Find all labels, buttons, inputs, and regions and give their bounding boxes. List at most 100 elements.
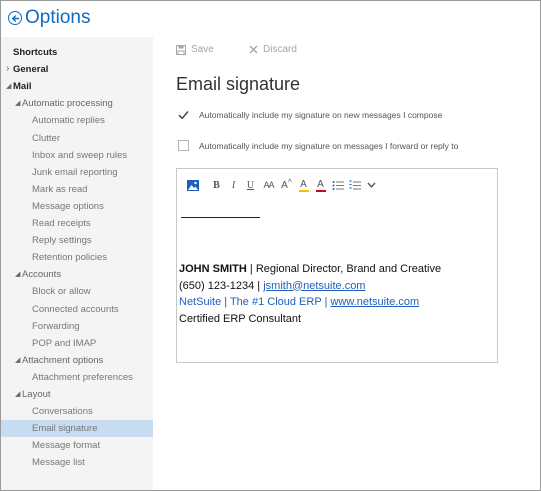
signature-line-name: JOHN SMITH | Regional Director, Brand an… xyxy=(179,261,441,278)
sidebar-item-reply-settings[interactable]: Reply settings xyxy=(1,232,153,249)
sidebar-item-label: Message format xyxy=(32,440,101,452)
grow-font-caret: ˄ xyxy=(287,177,292,185)
sidebar-item-label: Junk email reporting xyxy=(32,166,118,178)
highlight-swatch xyxy=(298,189,309,192)
include-on-new-checkbox[interactable] xyxy=(178,109,189,120)
font-color-icon[interactable]: A xyxy=(312,177,329,193)
include-on-reply-checkbox[interactable] xyxy=(178,140,189,151)
discard-label: Discard xyxy=(263,44,297,55)
sidebar-item-label: General xyxy=(13,64,49,76)
sidebar-item-label: Message options xyxy=(32,200,104,212)
sidebar-item-read-receipts[interactable]: Read receipts xyxy=(1,215,153,232)
signature-sep: | xyxy=(254,279,264,292)
checkmark-icon xyxy=(178,110,189,119)
signature-line-contact: (650) 123-1234 | jsmith@netsuite.com xyxy=(179,278,441,295)
grow-font-glyph: A xyxy=(281,179,288,191)
sidebar-item-inbox-and-sweep-rules[interactable]: Inbox and sweep rules xyxy=(1,147,153,164)
sidebar-item-attachment-preferences[interactable]: Attachment preferences xyxy=(1,369,153,386)
include-on-new-option[interactable]: Automatically include my signature on ne… xyxy=(178,109,442,120)
sidebar-item-label: Forwarding xyxy=(32,320,80,332)
grow-font-icon[interactable]: A ˄ xyxy=(278,177,295,193)
header: Options xyxy=(1,1,540,37)
include-on-new-label: Automatically include my signature on ne… xyxy=(199,109,443,120)
sidebar-item-general[interactable]: › General xyxy=(1,61,153,78)
sidebar-item-label: Inbox and sweep rules xyxy=(32,149,128,161)
numbering-icon[interactable] xyxy=(346,177,363,193)
font-color-swatch xyxy=(315,189,326,192)
sidebar-item-label: Reply settings xyxy=(32,235,92,247)
sidebar-item-attachment-options[interactable]: ◢ Attachment options xyxy=(1,352,153,369)
chevron-down-icon: ◢ xyxy=(6,83,12,91)
sidebar-item-retention-policies[interactable]: Retention policies xyxy=(1,249,153,266)
sidebar-item-accounts[interactable]: ◢ Accounts xyxy=(1,266,153,283)
sidebar-item-conversations[interactable]: Conversations xyxy=(1,403,153,420)
sidebar-item-mail[interactable]: ◢ Mail xyxy=(1,78,153,95)
sidebar-item-label: Shortcuts xyxy=(13,47,58,58)
signature-email-link[interactable]: jsmith@netsuite.com xyxy=(263,280,365,292)
signature-company: NetSuite | The #1 Cloud ERP xyxy=(179,296,322,308)
sidebar-item-label: Connected accounts xyxy=(32,303,119,315)
sidebar-item-shortcuts[interactable]: Shortcuts xyxy=(1,44,153,61)
signature-phone: (650) 123-1234 xyxy=(179,279,255,292)
sidebar-item-connected-accounts[interactable]: Connected accounts xyxy=(1,301,153,318)
include-on-reply-option[interactable]: Automatically include my signature on me… xyxy=(178,140,458,151)
sidebar-item-mark-as-read[interactable]: Mark as read xyxy=(1,181,153,198)
highlight-icon[interactable]: A xyxy=(295,177,312,193)
signature-divider xyxy=(181,217,260,218)
sidebar-item-label: Attachment options xyxy=(22,354,104,366)
bold-icon[interactable]: B xyxy=(208,177,225,193)
underline-icon[interactable]: U xyxy=(242,177,259,193)
chevron-down-icon: ◢ xyxy=(15,391,21,398)
page-header-title: Options xyxy=(25,7,91,28)
sidebar-item-label: Read receipts xyxy=(32,218,91,229)
sidebar-item-label: Attachment preferences xyxy=(32,371,133,383)
signature-title: Regional Director, Brand and Creative xyxy=(255,263,442,275)
sidebar-item-label: Email signature xyxy=(32,423,98,435)
sidebar-item-label: Clutter xyxy=(32,132,60,144)
sidebar-item-label: Automatic processing xyxy=(22,98,113,110)
signature-website-link[interactable]: www.netsuite.com xyxy=(330,296,419,308)
sidebar-item-automatic-replies[interactable]: Automatic replies xyxy=(1,112,153,129)
sidebar-item-label: Automatic replies xyxy=(32,115,105,127)
signature-content[interactable]: JOHN SMITH | Regional Director, Brand an… xyxy=(179,261,441,327)
sidebar-item-label: Retention policies xyxy=(32,252,107,264)
italic-icon[interactable]: I xyxy=(225,177,242,193)
sidebar-item-label: Layout xyxy=(22,389,51,400)
save-label: Save xyxy=(191,44,214,55)
chevron-down-icon: ◢ xyxy=(15,100,21,108)
page-title: Email signature xyxy=(176,74,301,94)
sidebar-item-layout[interactable]: ◢ Layout xyxy=(1,386,153,403)
signature-name: JOHN SMITH xyxy=(179,263,247,275)
sidebar-item-clutter[interactable]: Clutter xyxy=(1,130,153,147)
sidebar-item-junk-email-reporting[interactable]: Junk email reporting xyxy=(1,164,153,181)
back-arrow-icon[interactable] xyxy=(8,11,22,25)
sidebar-item-pop-and-imap[interactable]: POP and IMAP xyxy=(1,335,153,352)
sidebar-item-message-list[interactable]: Message list xyxy=(1,454,153,471)
sidebar-item-label: Block or allow xyxy=(32,286,91,298)
font-size-icon[interactable]: AA xyxy=(259,177,278,193)
save-button[interactable]: Save xyxy=(176,44,214,55)
chevron-down-icon: ◢ xyxy=(15,356,21,364)
include-on-reply-label: Automatically include my signature on me… xyxy=(199,140,459,151)
sidebar-item-message-options[interactable]: Message options xyxy=(1,198,153,215)
sidebar-item-forwarding[interactable]: Forwarding xyxy=(1,318,153,335)
save-icon xyxy=(176,44,186,55)
sidebar-item-automatic-processing[interactable]: ◢ Automatic processing xyxy=(1,95,153,112)
sidebar-item-email-signature[interactable]: Email signature xyxy=(1,420,153,438)
bullets-icon[interactable] xyxy=(329,177,346,193)
signature-sep: | xyxy=(246,263,256,275)
sidebar-item-label: Mail xyxy=(13,81,32,93)
sidebar-item-label: Message list xyxy=(32,457,85,469)
signature-editor[interactable]: B I U AA A ˄ A A JOHN SMITH | Regional D… xyxy=(176,168,498,363)
sidebar-item-message-format[interactable]: Message format xyxy=(1,437,153,454)
close-icon xyxy=(249,45,258,54)
insert-image-icon[interactable] xyxy=(186,177,200,193)
discard-button[interactable]: Discard xyxy=(249,44,297,55)
sidebar-item-label: Conversations xyxy=(32,406,93,418)
signature-line-company: NetSuite | The #1 Cloud ERP | www.netsui… xyxy=(179,294,441,311)
sidebar-item-label: Mark as read xyxy=(32,183,88,195)
sidebar-item-block-or-allow[interactable]: Block or allow xyxy=(1,283,153,300)
options-window: Options Shortcuts › General ◢ Mail ◢ Automatic… xyxy=(0,0,541,491)
more-chevron-icon[interactable] xyxy=(363,177,380,193)
font-color-glyph: A xyxy=(317,178,324,190)
